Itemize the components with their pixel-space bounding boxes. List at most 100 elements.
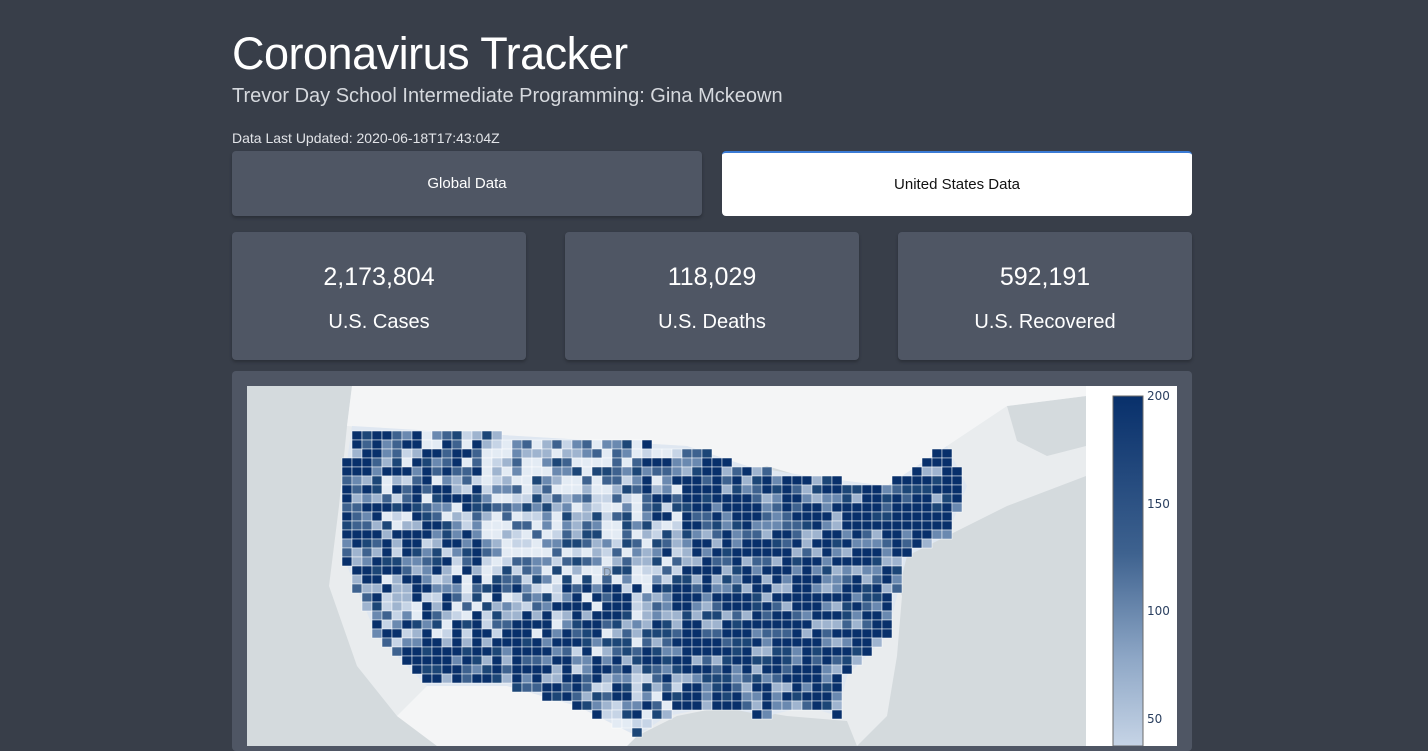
county-tile[interactable] <box>751 610 763 621</box>
county-tile[interactable] <box>741 475 753 486</box>
county-tile[interactable] <box>641 619 653 630</box>
county-tile[interactable] <box>601 637 613 648</box>
county-tile[interactable] <box>681 493 693 504</box>
county-tile[interactable] <box>801 556 813 567</box>
county-tile[interactable] <box>891 475 903 486</box>
county-tile[interactable] <box>361 601 373 612</box>
county-tile[interactable] <box>631 682 643 693</box>
county-tile[interactable] <box>681 484 693 495</box>
county-tile[interactable] <box>471 547 483 558</box>
county-tile[interactable] <box>761 691 773 702</box>
county-tile[interactable] <box>871 619 883 630</box>
county-tile[interactable] <box>931 466 943 477</box>
county-tile[interactable] <box>611 592 623 603</box>
county-tile[interactable] <box>741 511 753 522</box>
county-tile[interactable] <box>701 475 713 486</box>
county-tile[interactable] <box>381 466 393 477</box>
county-tile[interactable] <box>421 574 433 585</box>
county-tile[interactable] <box>531 457 543 468</box>
county-tile[interactable] <box>381 556 393 567</box>
county-tile[interactable] <box>671 601 683 612</box>
county-tile[interactable] <box>601 547 613 558</box>
county-tile[interactable] <box>511 664 523 675</box>
county-tile[interactable] <box>841 601 853 612</box>
county-tile[interactable] <box>711 700 723 711</box>
county-tile[interactable] <box>611 646 623 657</box>
county-tile[interactable] <box>581 556 593 567</box>
county-tile[interactable] <box>771 574 783 585</box>
county-tile[interactable] <box>651 574 663 585</box>
county-tile[interactable] <box>481 628 493 639</box>
county-tile[interactable] <box>901 538 913 549</box>
county-tile[interactable] <box>341 547 353 558</box>
county-tile[interactable] <box>831 520 843 531</box>
county-tile[interactable] <box>581 628 593 639</box>
county-tile[interactable] <box>631 520 643 531</box>
county-tile[interactable] <box>511 637 523 648</box>
county-tile[interactable] <box>441 466 453 477</box>
county-tile[interactable] <box>381 520 393 531</box>
county-tile[interactable] <box>591 493 603 504</box>
county-tile[interactable] <box>491 610 503 621</box>
county-tile[interactable] <box>781 520 793 531</box>
county-tile[interactable] <box>671 466 683 477</box>
county-tile[interactable] <box>631 466 643 477</box>
county-tile[interactable] <box>461 529 473 540</box>
county-tile[interactable] <box>781 646 793 657</box>
county-tile[interactable] <box>781 637 793 648</box>
county-tile[interactable] <box>801 601 813 612</box>
county-tile[interactable] <box>771 646 783 657</box>
county-tile[interactable] <box>501 466 513 477</box>
county-tile[interactable] <box>411 466 423 477</box>
choropleth-map[interactable]: D 200 150 100 50 <box>247 386 1177 746</box>
county-tile[interactable] <box>631 529 643 540</box>
county-tile[interactable] <box>721 565 733 576</box>
county-tile[interactable] <box>741 628 753 639</box>
county-tile[interactable] <box>681 601 693 612</box>
county-tile[interactable] <box>601 448 613 459</box>
county-tile[interactable] <box>431 475 443 486</box>
county-tile[interactable] <box>691 538 703 549</box>
county-tile[interactable] <box>391 502 403 513</box>
county-tile[interactable] <box>471 457 483 468</box>
county-tile[interactable] <box>781 673 793 684</box>
county-tile[interactable] <box>671 556 683 567</box>
county-tile[interactable] <box>851 493 863 504</box>
county-tile[interactable] <box>871 484 883 495</box>
county-tile[interactable] <box>441 556 453 567</box>
county-tile[interactable] <box>531 628 543 639</box>
county-tile[interactable] <box>541 529 553 540</box>
county-tile[interactable] <box>531 592 543 603</box>
county-tile[interactable] <box>831 592 843 603</box>
county-tile[interactable] <box>491 592 503 603</box>
county-tile[interactable] <box>581 520 593 531</box>
county-tile[interactable] <box>721 592 733 603</box>
county-tile[interactable] <box>621 511 633 522</box>
county-tile[interactable] <box>751 556 763 567</box>
county-tile[interactable] <box>861 520 873 531</box>
county-tile[interactable] <box>741 538 753 549</box>
county-tile[interactable] <box>591 556 603 567</box>
county-tile[interactable] <box>511 583 523 594</box>
county-tile[interactable] <box>641 673 653 684</box>
county-tile[interactable] <box>451 520 463 531</box>
county-tile[interactable] <box>621 691 633 702</box>
county-tile[interactable] <box>641 520 653 531</box>
county-tile[interactable] <box>661 610 673 621</box>
county-tile[interactable] <box>721 457 733 468</box>
county-tile[interactable] <box>631 592 643 603</box>
county-tile[interactable] <box>671 538 683 549</box>
county-tile[interactable] <box>691 448 703 459</box>
county-tile[interactable] <box>561 646 573 657</box>
county-tile[interactable] <box>491 583 503 594</box>
county-tile[interactable] <box>601 520 613 531</box>
county-tile[interactable] <box>781 475 793 486</box>
county-tile[interactable] <box>621 655 633 666</box>
county-tile[interactable] <box>771 592 783 603</box>
county-tile[interactable] <box>861 574 873 585</box>
county-tile[interactable] <box>491 511 503 522</box>
county-tile[interactable] <box>671 655 683 666</box>
county-tile[interactable] <box>691 484 703 495</box>
county-tile[interactable] <box>921 511 933 522</box>
county-tile[interactable] <box>601 538 613 549</box>
